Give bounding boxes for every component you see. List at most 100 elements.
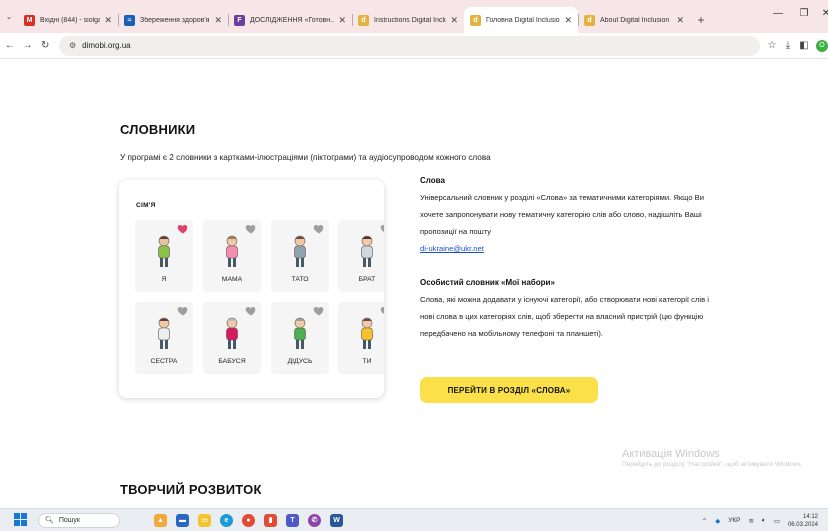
word-card-label: МАМА: [221, 276, 243, 283]
site-info-icon[interactable]: ⚙: [69, 41, 76, 50]
tab-favicon-icon: M: [24, 14, 35, 26]
battery-icon[interactable]: ▭: [774, 517, 780, 525]
go-to-words-button[interactable]: ПЕРЕЙТИ В РОЗДІЛ «СЛОВА»: [420, 377, 598, 403]
download-icon[interactable]: ⤓: [780, 40, 796, 51]
intro-text: У програмі є 2 словники з картками-ілюст…: [120, 153, 491, 162]
address-bar: ← → ↻ ⚙ dimobi.org.ua ☆ ⤓ ◧ O: [0, 33, 828, 59]
taskbar-store-icon[interactable]: ▬: [176, 513, 189, 527]
word-card[interactable]: БРАТ: [338, 220, 384, 292]
reload-icon[interactable]: ↻: [37, 40, 53, 51]
page-content: СЛОВНИКИ У програмі є 2 словники з картк…: [0, 60, 828, 508]
word-card[interactable]: МАМА: [203, 220, 261, 292]
tray-chevron-up-icon[interactable]: ⌃: [702, 517, 707, 525]
taskbar-word-icon[interactable]: W: [330, 513, 343, 527]
forward-arrow-icon[interactable]: →: [20, 40, 36, 51]
tab-favicon-icon: d: [584, 14, 595, 26]
tab-title: Вхідні (844) - siolga1...: [40, 16, 101, 24]
word-card[interactable]: ТИ: [338, 302, 384, 374]
tab-title: Головна Digital Inclusion: [486, 16, 561, 24]
wifi-icon[interactable]: ≋: [748, 517, 753, 525]
url-text: dimobi.org.ua: [82, 41, 131, 50]
tab-favicon-icon: d: [358, 14, 369, 26]
words-text: Універсальний словник у розділі «Слова» …: [420, 193, 704, 236]
section-title-creative: ТВОРЧИЙ РОЗВИТОК: [120, 482, 262, 497]
pictogram-figure: [158, 235, 170, 267]
pictogram-figure: [361, 317, 373, 349]
taskbar-chrome-icon[interactable]: ●: [242, 513, 255, 527]
url-input[interactable]: ⚙ dimobi.org.ua: [58, 35, 760, 56]
minimize-icon[interactable]: —: [764, 0, 792, 26]
windows-taskbar: 🔍︎ Пошук ▲ ▬ ▭ e ● ▮ T ✆ W ⌃ ◆ УКР ≋ 🔈︎ …: [0, 508, 828, 531]
taskbar-pdf-icon[interactable]: ▮: [264, 513, 277, 527]
personal-description: Особистий словник «Мої набори» Слова, як…: [420, 278, 720, 342]
system-tray: ⌃ ◆ УКР ≋ 🔈︎ ▭ 14:12 06.03.2024: [694, 509, 818, 531]
pictogram-figure: [226, 235, 238, 267]
pictogram-figure: [361, 235, 373, 267]
word-card[interactable]: ТАТО: [271, 220, 329, 292]
personal-heading: Особистий словник «Мої набори»: [420, 278, 555, 287]
family-card-panel: СІМ'Я Я МАМА ТАТО БРАТ СЕСТРА БАБУСЯ ДІДУСЬ ТИ: [119, 180, 384, 398]
volume-icon[interactable]: 🔈︎: [762, 517, 766, 525]
taskbar-explorer-icon[interactable]: ▭: [198, 513, 211, 527]
clock-time: 14:12: [802, 513, 818, 520]
tab-close-icon[interactable]: ✕: [104, 15, 112, 26]
section-title-dictionaries: СЛОВНИКИ: [120, 122, 196, 137]
search-icon: 🔍︎: [45, 517, 54, 524]
tab-close-icon[interactable]: ✕: [214, 15, 222, 26]
tab-close-icon[interactable]: ✕: [564, 15, 572, 26]
word-card[interactable]: Я: [135, 220, 193, 292]
word-card-label: Я: [161, 276, 167, 283]
word-card-label: ДІДУСЬ: [287, 358, 313, 365]
clock-date: 06.03.2024: [787, 521, 818, 528]
personal-text: Слова, які можна додавати у існуючі кате…: [420, 295, 709, 338]
word-card-label: БРАТ: [358, 276, 376, 283]
tab-title: Збереження здоров'я ч...: [140, 16, 210, 24]
tab-close-icon[interactable]: ✕: [450, 15, 458, 26]
side-panel-icon[interactable]: ◧: [796, 40, 812, 51]
tab-favicon-icon: ≈: [124, 14, 135, 26]
browser-tab[interactable]: ≈ Збереження здоров'я ч... ✕: [118, 7, 228, 33]
tab-search-chevron-icon[interactable]: ⌄: [0, 0, 18, 33]
panel-label: СІМ'Я: [136, 202, 156, 209]
browser-tab[interactable]: M Вхідні (844) - siolga1...✕: [18, 7, 118, 33]
word-card-label: ТАТО: [291, 276, 309, 283]
words-description: Слова Універсальний словник у розділі «С…: [420, 176, 720, 257]
tab-title: About Digital Inclusion: [600, 16, 670, 24]
browser-tab-strip: ⌄ MВхідні (844) - siolga1...✕≈Збереження…: [0, 0, 828, 33]
activation-title: Активація Windows: [622, 448, 720, 460]
tray-app-icon[interactable]: ◆: [715, 517, 720, 525]
browser-tab[interactable]: d About Digital Inclusion ✕: [578, 7, 690, 33]
taskbar-widgets-icon[interactable]: ▲: [154, 513, 167, 527]
profile-avatar[interactable]: O: [815, 39, 828, 52]
browser-tab[interactable]: d Головна Digital Inclusion ✕: [464, 7, 578, 33]
pictogram-figure: [294, 317, 306, 349]
back-arrow-icon[interactable]: ←: [2, 40, 18, 51]
tab-close-icon[interactable]: ✕: [338, 15, 346, 26]
close-window-icon[interactable]: ✕: [812, 0, 828, 26]
tab-title: ДОСЛІДЖЕННЯ «Готовн...: [250, 16, 335, 24]
tab-close-icon[interactable]: ✕: [676, 15, 684, 26]
windows-activation-watermark: Активація Windows Перейдіть до розділу "…: [622, 448, 822, 470]
word-card-label: ТИ: [362, 358, 372, 365]
taskbar-teams-icon[interactable]: T: [286, 513, 299, 527]
pictogram-figure: [158, 317, 170, 349]
taskbar-edge-icon[interactable]: e: [220, 513, 233, 527]
bookmark-star-icon[interactable]: ☆: [764, 40, 780, 51]
activation-text: Перейдіть до розділу "Настройки", щоб ак…: [622, 461, 803, 468]
tab-favicon-icon: F: [234, 14, 245, 26]
word-card[interactable]: ДІДУСЬ: [271, 302, 329, 374]
email-link[interactable]: di-ukraine@ukr.net: [420, 240, 720, 257]
windows-start-icon[interactable]: [14, 513, 28, 527]
word-card-label: СЕСТРА: [150, 358, 178, 365]
language-indicator[interactable]: УКР: [728, 517, 740, 524]
new-tab-button[interactable]: +: [690, 7, 712, 33]
browser-tab[interactable]: d Instructions Digital Inclusio...✕: [352, 7, 464, 33]
word-card[interactable]: СЕСТРА: [135, 302, 193, 374]
word-card[interactable]: БАБУСЯ: [203, 302, 261, 374]
taskbar-search-input[interactable]: 🔍︎ Пошук: [38, 512, 120, 528]
browser-tab[interactable]: F ДОСЛІДЖЕННЯ «Готовн... ✕: [228, 7, 352, 33]
taskbar-viber-icon[interactable]: ✆: [308, 513, 321, 527]
pictogram-figure: [294, 235, 306, 267]
clock[interactable]: 14:12 06.03.2024: [788, 513, 818, 529]
tab-title: Instructions Digital Inclusio...: [374, 16, 447, 24]
